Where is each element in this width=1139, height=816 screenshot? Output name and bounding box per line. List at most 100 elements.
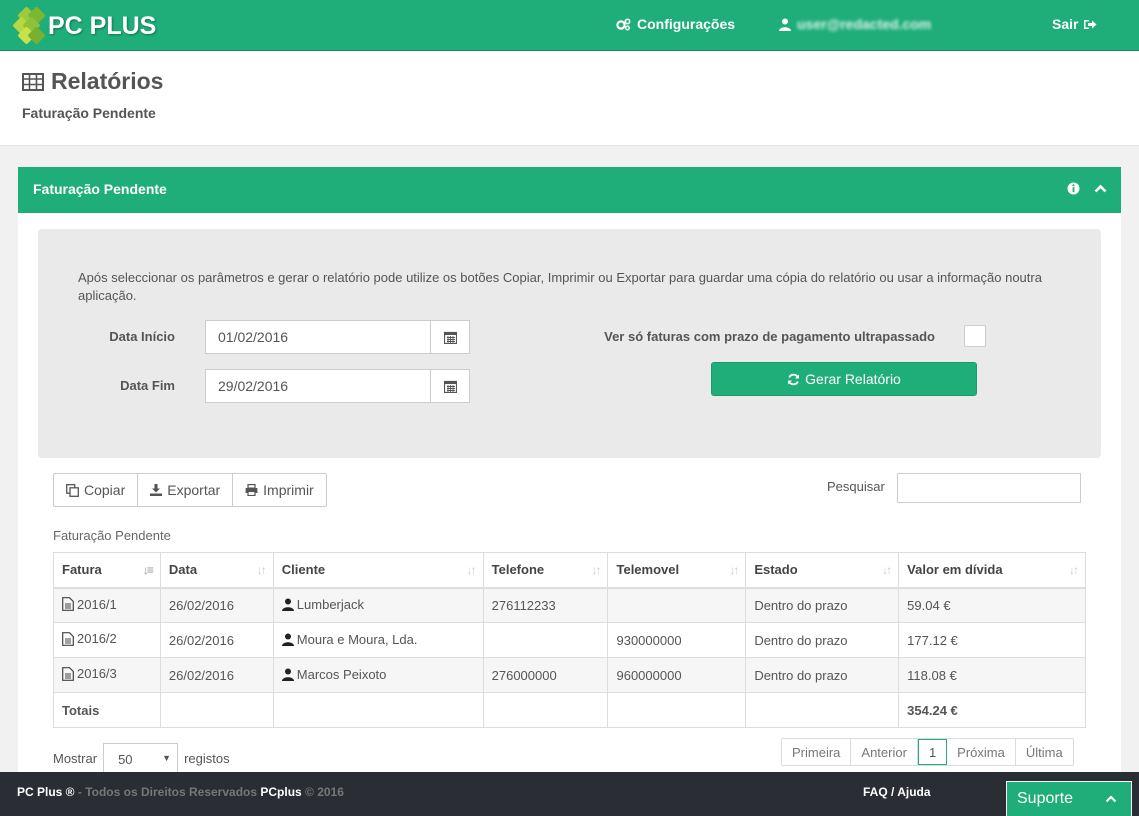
end-date-field[interactable]: 29/02/2016 bbox=[205, 369, 470, 403]
end-date-calendar-button[interactable] bbox=[430, 370, 469, 402]
page-header: Relatórios Faturação Pendente bbox=[0, 51, 1139, 146]
logout-label: Sair bbox=[1052, 16, 1079, 32]
print-button[interactable]: Imprimir bbox=[233, 474, 326, 506]
cell-telemovel: 930000000 bbox=[607, 622, 747, 658]
export-label: Exportar bbox=[167, 482, 221, 498]
user-icon bbox=[779, 18, 791, 31]
table-row: 2016/2 26/02/2016 Moura e Moura, Lda. 93… bbox=[53, 622, 1086, 658]
copy-icon bbox=[66, 483, 79, 497]
calendar-icon bbox=[443, 331, 457, 344]
footer: PC Plus ® - Todos os Direitos Reservados… bbox=[0, 772, 1139, 816]
user-icon bbox=[281, 598, 294, 611]
top-navbar: PC PLUS Configurações user@redacted.com … bbox=[0, 0, 1139, 51]
page-last-button[interactable]: Última bbox=[1016, 739, 1073, 765]
chevron-up-icon[interactable] bbox=[1094, 184, 1107, 193]
document-icon bbox=[62, 597, 74, 611]
start-date-calendar-button[interactable] bbox=[430, 321, 469, 353]
cell-fatura[interactable]: 2016/1 bbox=[53, 587, 161, 623]
report-panel: Faturação Pendente Após seleccionar os p… bbox=[18, 167, 1121, 787]
cell-data: 26/02/2016 bbox=[159, 622, 274, 658]
column-header-data[interactable]: Data ↓↑ bbox=[159, 552, 274, 589]
column-header-telefone[interactable]: Telefone ↓↑ bbox=[482, 552, 609, 589]
column-header-fatura[interactable]: Fatura ↓≡ bbox=[53, 552, 161, 589]
info-icon[interactable] bbox=[1067, 182, 1080, 195]
cell-telefone bbox=[482, 622, 609, 658]
table-icon bbox=[22, 72, 44, 91]
totals-empty-cell bbox=[607, 692, 747, 728]
faq-link[interactable]: FAQ / Ajuda bbox=[863, 785, 931, 799]
page-size-select[interactable]: 50 ▼ bbox=[103, 743, 179, 773]
panel-title: Faturação Pendente bbox=[33, 181, 167, 197]
table-caption: Faturação Pendente bbox=[53, 528, 171, 543]
logout-link[interactable]: Sair bbox=[1052, 16, 1097, 32]
cell-fatura[interactable]: 2016/3 bbox=[53, 657, 161, 693]
overdue-label: Ver só faturas com prazo de pagamento ul… bbox=[604, 329, 935, 344]
export-button[interactable]: Exportar bbox=[138, 474, 234, 506]
settings-link[interactable]: Configurações bbox=[616, 16, 735, 32]
cell-fatura[interactable]: 2016/2 bbox=[53, 622, 161, 658]
table-header-row: Fatura ↓≡ Data ↓↑ Cliente ↓↑ Telefone ↓↑ Tel… bbox=[53, 552, 1086, 589]
pending-invoices-table: Fatura ↓≡ Data ↓↑ Cliente ↓↑ Telefone ↓↑ Tel… bbox=[53, 552, 1086, 728]
cell-estado: Dentro do prazo bbox=[745, 587, 900, 623]
end-date-value[interactable]: 29/02/2016 bbox=[206, 370, 430, 402]
page-next-button[interactable]: Próxima bbox=[947, 739, 1016, 765]
start-date-field[interactable]: 01/02/2016 bbox=[205, 320, 470, 354]
page-size-control: Mostrar 50 ▼ registos bbox=[53, 743, 230, 773]
sort-icon: ↓↑ bbox=[591, 563, 601, 577]
cell-cliente[interactable]: Moura e Moura, Lda. bbox=[272, 622, 484, 658]
page-current-button[interactable]: 1 bbox=[917, 739, 948, 765]
sort-icon: ↓↑ bbox=[1069, 563, 1079, 577]
footer-company[interactable]: PCplus bbox=[260, 785, 301, 799]
cell-cliente[interactable]: Marcos Peixoto bbox=[272, 657, 484, 693]
search-input[interactable] bbox=[897, 473, 1081, 503]
page-title-text: Relatórios bbox=[51, 68, 164, 94]
cell-cliente[interactable]: Lumberjack bbox=[272, 587, 484, 623]
sort-icon: ↓↑ bbox=[256, 563, 267, 577]
overdue-checkbox[interactable] bbox=[964, 325, 986, 347]
generate-report-label: Gerar Relatório bbox=[805, 371, 901, 387]
sort-asc-icon: ↓≡ bbox=[142, 563, 154, 577]
page-first-button[interactable]: Primeira bbox=[782, 739, 852, 765]
totals-empty-cell bbox=[159, 692, 274, 728]
sort-icon: ↓↑ bbox=[729, 563, 739, 577]
table-row: 2016/1 26/02/2016 Lumberjack 276112233 D… bbox=[53, 587, 1086, 623]
intro-text: Após seleccionar os parâmetros e gerar o… bbox=[78, 270, 1042, 303]
logo[interactable]: PC PLUS bbox=[12, 5, 157, 47]
user-menu[interactable]: user@redacted.com bbox=[779, 16, 931, 32]
gears-icon bbox=[616, 17, 631, 30]
user-icon bbox=[281, 633, 294, 646]
sort-icon: ↓↑ bbox=[882, 563, 892, 577]
column-header-telemovel[interactable]: Telemovel ↓↑ bbox=[607, 552, 747, 589]
filter-box: Após seleccionar os parâmetros e gerar o… bbox=[38, 229, 1101, 458]
column-header-estado[interactable]: Estado ↓↑ bbox=[745, 552, 900, 589]
page-prev-button[interactable]: Anterior bbox=[851, 739, 918, 765]
logo-text: PC PLUS bbox=[48, 11, 157, 40]
end-date-label: Data Fim bbox=[120, 378, 175, 393]
support-label: Suporte bbox=[1017, 790, 1074, 807]
sort-icon: ↓↑ bbox=[466, 563, 477, 577]
generate-report-button[interactable]: Gerar Relatório bbox=[711, 362, 977, 396]
copy-button[interactable]: Copiar bbox=[54, 474, 139, 506]
search-label: Pesquisar bbox=[827, 479, 885, 494]
totals-value: 354.24 € bbox=[898, 692, 1086, 728]
column-header-valor[interactable]: Valor em dívida ↓↑ bbox=[898, 552, 1086, 589]
column-header-cliente[interactable]: Cliente ↓↑ bbox=[272, 552, 484, 589]
cell-telemovel bbox=[607, 587, 747, 623]
footer-year: © 2016 bbox=[301, 785, 344, 799]
totals-empty-cell bbox=[272, 692, 484, 728]
cell-telefone: 276000000 bbox=[482, 657, 609, 693]
totals-row: Totais 354.24 € bbox=[53, 692, 1086, 728]
support-button[interactable]: Suporte bbox=[1006, 781, 1132, 816]
chevron-up-icon bbox=[1105, 795, 1117, 803]
footer-copyright: PC Plus ® - Todos os Direitos Reservados… bbox=[17, 785, 344, 799]
user-icon bbox=[281, 668, 294, 681]
page-subtitle: Faturação Pendente bbox=[22, 105, 156, 121]
show-label: Mostrar bbox=[53, 750, 98, 766]
cell-estado: Dentro do prazo bbox=[745, 657, 900, 693]
start-date-value[interactable]: 01/02/2016 bbox=[206, 321, 430, 353]
caret-down-icon: ▼ bbox=[162, 753, 172, 763]
panel-header: Faturação Pendente bbox=[18, 167, 1121, 213]
cell-data: 26/02/2016 bbox=[159, 657, 274, 693]
table-row: 2016/3 26/02/2016 Marcos Peixoto 2760000… bbox=[53, 657, 1086, 693]
page-title: Relatórios bbox=[22, 68, 163, 95]
